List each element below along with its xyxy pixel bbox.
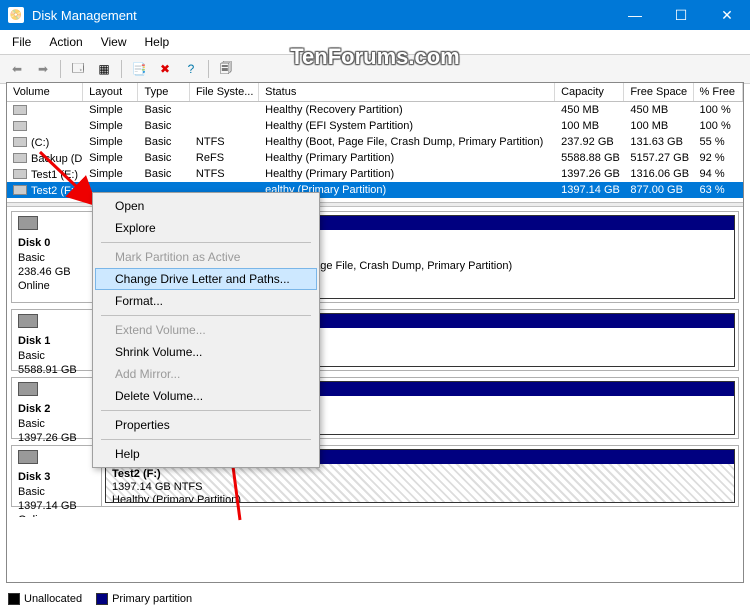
- cm-help[interactable]: Help: [95, 443, 317, 465]
- volume-row[interactable]: SimpleBasicHealthy (Recovery Partition)4…: [7, 102, 743, 118]
- volume-icon: [13, 105, 27, 115]
- partition-test2[interactable]: Test2 (F:)1397.14 GB NTFSHealthy (Primar…: [112, 468, 728, 503]
- volume-row[interactable]: Test1 (E:)SimpleBasicNTFSHealthy (Primar…: [7, 166, 743, 182]
- cm-add-mirror: Add Mirror...: [95, 363, 317, 385]
- disk-label[interactable]: Disk 2 Basic 1397.26 GB Online: [12, 378, 102, 438]
- disk-icon: [18, 216, 38, 230]
- volume-row[interactable]: SimpleBasicHealthy (EFI System Partition…: [7, 118, 743, 134]
- disk-label[interactable]: Disk 3 Basic 1397.14 GB Online: [12, 446, 102, 506]
- view-icon[interactable]: 🗔: [67, 58, 89, 80]
- close-button[interactable]: ✕: [704, 0, 750, 30]
- disk-label[interactable]: Disk 1 Basic 5588.91 GB Online: [12, 310, 102, 370]
- toolbar: ⬅ ➡ 🗔 ▦ 📑 ✖ ? 🗐: [0, 55, 750, 84]
- volume-list: SimpleBasicHealthy (Recovery Partition)4…: [7, 102, 743, 198]
- col-layout[interactable]: Layout: [83, 83, 138, 101]
- maximize-button[interactable]: ☐: [658, 0, 704, 30]
- refresh-icon[interactable]: ▦: [93, 58, 115, 80]
- action-icon[interactable]: 🗐: [215, 58, 237, 80]
- cm-delete[interactable]: Delete Volume...: [95, 385, 317, 407]
- menu-file[interactable]: File: [4, 32, 39, 52]
- menu-action[interactable]: Action: [41, 32, 90, 52]
- legend-primary-swatch: [96, 593, 108, 605]
- legend: Unallocated Primary partition: [8, 593, 192, 605]
- volume-header: Volume Layout Type File Syste... Status …: [7, 83, 743, 102]
- col-freespace[interactable]: Free Space: [624, 83, 693, 101]
- col-capacity[interactable]: Capacity: [555, 83, 624, 101]
- disk-icon: [18, 382, 38, 396]
- col-pctfree[interactable]: % Free: [694, 83, 743, 101]
- cm-shrink[interactable]: Shrink Volume...: [95, 341, 317, 363]
- menu-view[interactable]: View: [93, 32, 135, 52]
- menu-help[interactable]: Help: [137, 32, 178, 52]
- col-type[interactable]: Type: [138, 83, 189, 101]
- app-icon: 📀: [8, 7, 24, 23]
- menubar: File Action View Help: [0, 30, 750, 55]
- properties-icon[interactable]: 📑: [128, 58, 150, 80]
- disk-icon: [18, 314, 38, 328]
- window-title: Disk Management: [32, 8, 612, 23]
- back-icon[interactable]: ⬅: [6, 58, 28, 80]
- col-filesystem[interactable]: File Syste...: [190, 83, 259, 101]
- volume-row[interactable]: Backup (D:)SimpleBasicReFSHealthy (Prima…: [7, 150, 743, 166]
- minimize-button[interactable]: —: [612, 0, 658, 30]
- cm-change-drive-letter[interactable]: Change Drive Letter and Paths...: [95, 268, 317, 290]
- col-status[interactable]: Status: [259, 83, 555, 101]
- cm-extend: Extend Volume...: [95, 319, 317, 341]
- disk-icon: [18, 450, 38, 464]
- cm-mark-active: Mark Partition as Active: [95, 246, 317, 268]
- cm-properties[interactable]: Properties: [95, 414, 317, 436]
- cm-explore[interactable]: Explore: [95, 217, 317, 239]
- forward-icon[interactable]: ➡: [32, 58, 54, 80]
- context-menu: Open Explore Mark Partition as Active Ch…: [92, 192, 320, 468]
- volume-icon: [13, 137, 27, 147]
- help-icon[interactable]: ?: [180, 58, 202, 80]
- col-volume[interactable]: Volume: [7, 83, 83, 101]
- legend-unallocated-swatch: [8, 593, 20, 605]
- volume-icon: [13, 169, 27, 179]
- cm-open[interactable]: Open: [95, 195, 317, 217]
- delete-icon[interactable]: ✖: [154, 58, 176, 80]
- volume-icon: [13, 185, 27, 195]
- cm-format[interactable]: Format...: [95, 290, 317, 312]
- volume-row[interactable]: (C:)SimpleBasicNTFSHealthy (Boot, Page F…: [7, 134, 743, 150]
- volume-icon: [13, 153, 27, 163]
- disk-label[interactable]: Disk 0 Basic 238.46 GB Online: [12, 212, 102, 302]
- volume-icon: [13, 121, 27, 131]
- title-bar: 📀 Disk Management — ☐ ✕: [0, 0, 750, 30]
